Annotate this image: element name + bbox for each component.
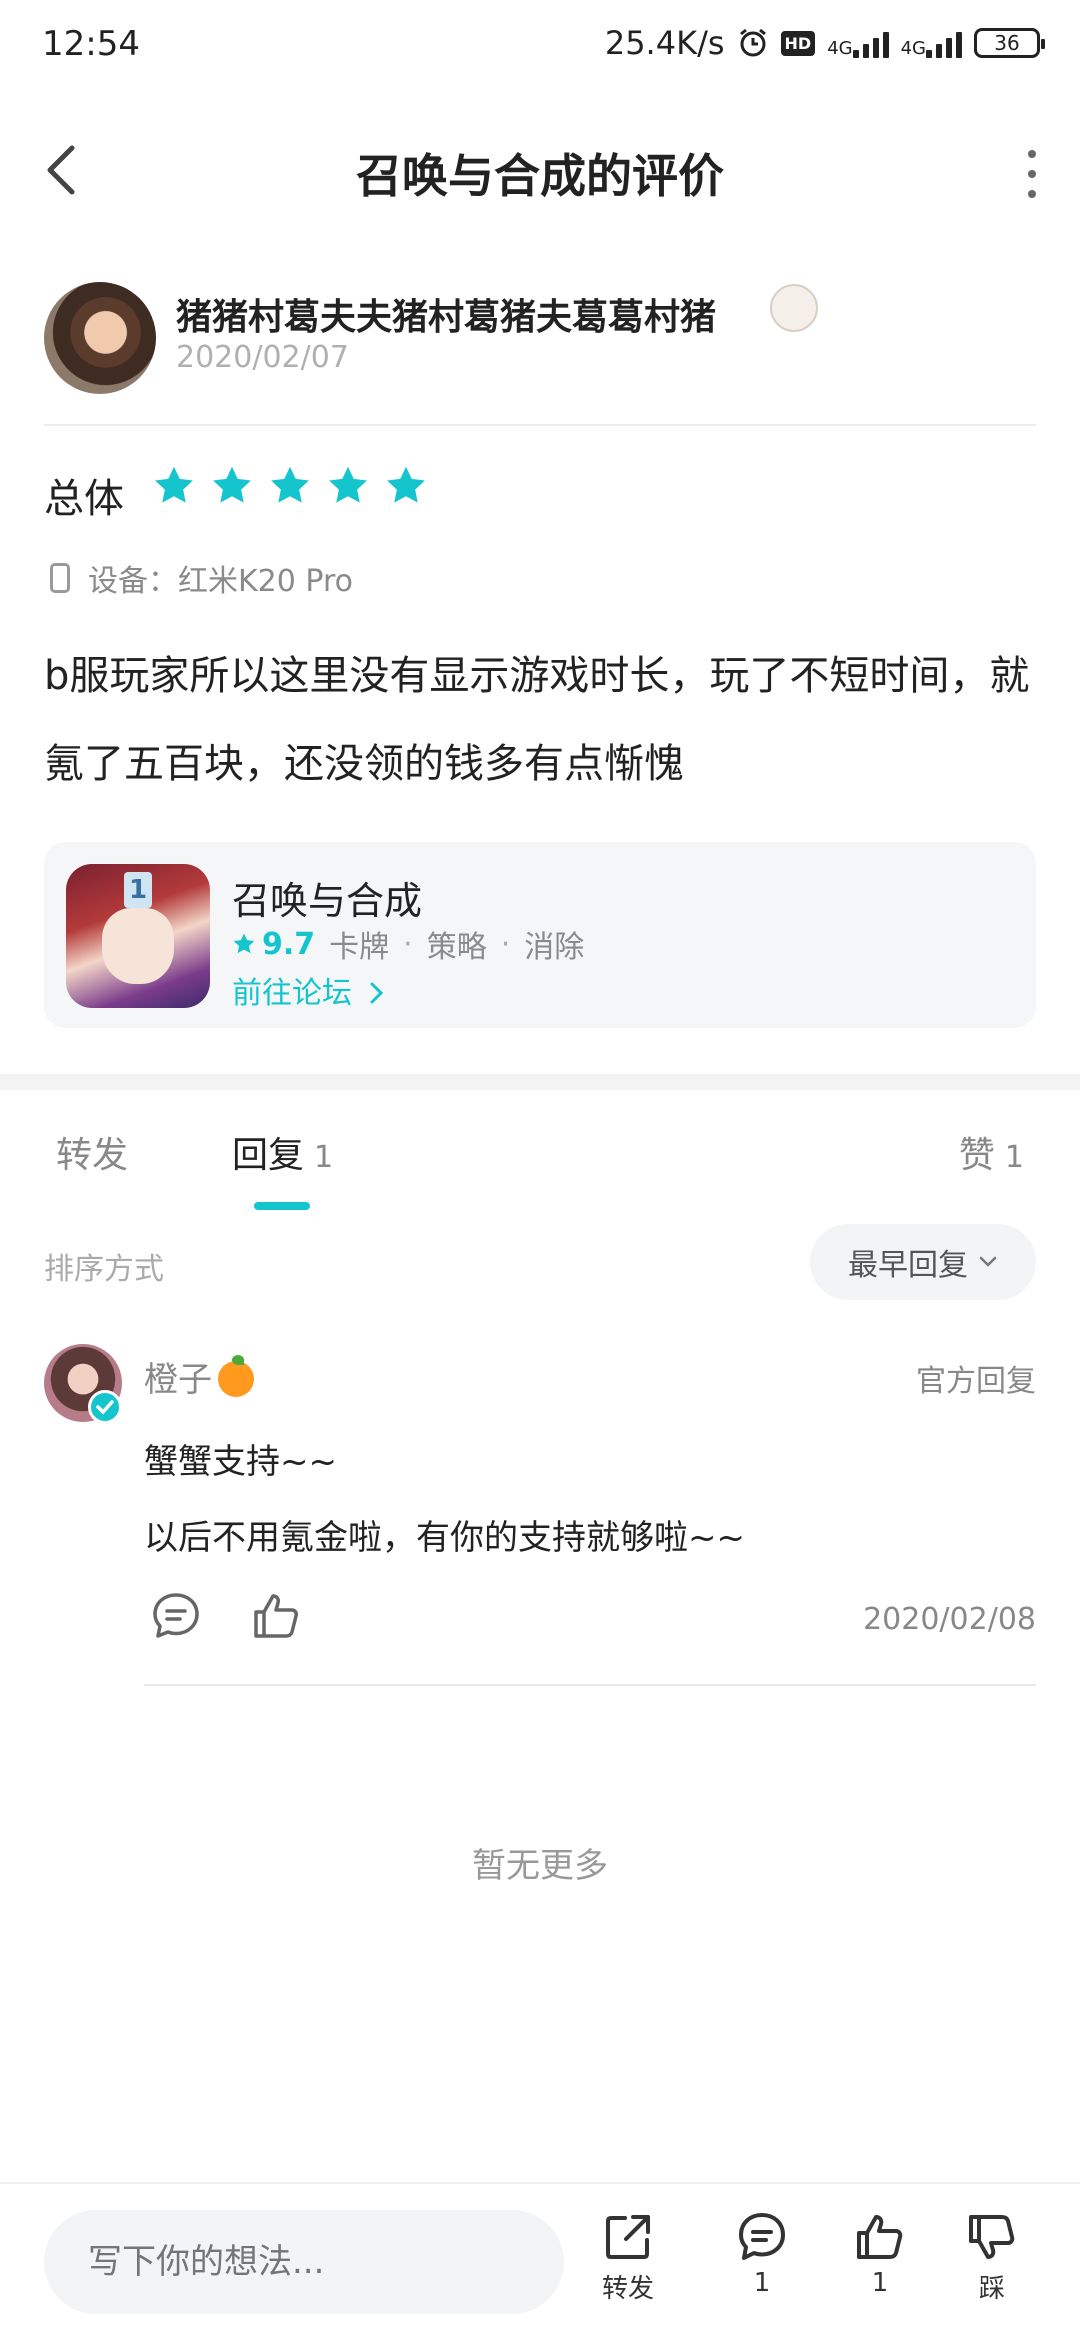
alarm-icon: [739, 28, 766, 57]
star-icon: [387, 466, 425, 503]
net-speed: 25.4K/s: [604, 24, 725, 62]
star-icon: [329, 466, 367, 503]
app-name[interactable]: 召唤与合成: [232, 870, 422, 925]
divider: [144, 1684, 1036, 1686]
tab-like[interactable]: 赞1: [959, 1126, 1024, 1178]
star-rating: [152, 464, 428, 508]
thumbs-down-icon: [969, 2215, 1015, 2259]
comment-input[interactable]: [44, 2210, 564, 2314]
app-icon-number: 1: [124, 872, 152, 908]
app-icon-face: [102, 908, 174, 984]
tab-reply-count: 1: [314, 1140, 334, 1175]
status-time: 12:54: [42, 24, 140, 64]
forum-link-label: 前往论坛: [232, 976, 352, 1011]
like-button[interactable]: 1: [840, 2210, 920, 2298]
reply-actions: [150, 1590, 302, 1642]
reply-date: 2020/02/08: [863, 1602, 1036, 1637]
separator-dot: ·: [403, 926, 413, 962]
reviewer-badge-icon: [770, 284, 818, 332]
page-title: 召唤与合成的评价: [356, 149, 724, 203]
network-type-1: 4G: [827, 38, 853, 59]
star-icon: [271, 466, 309, 503]
tab-like-label: 赞: [958, 1135, 995, 1176]
reply-author[interactable]: 橙子: [144, 1352, 254, 1401]
share-icon: [606, 2215, 650, 2259]
app-score: 9.7: [232, 927, 315, 962]
app-tag: 卡牌: [329, 930, 390, 965]
signal-bars-2-icon: [926, 28, 962, 58]
chevron-down-icon: [979, 1256, 997, 1267]
orange-emoji-icon: [218, 1355, 254, 1397]
forward-button[interactable]: 转发: [588, 2210, 668, 2305]
separator-dot: ·: [500, 926, 511, 962]
review-date: 2020/02/07: [176, 340, 349, 375]
device-text: 设备：红米K20 Pro: [88, 564, 353, 599]
device-info: 设备：红米K20 Pro: [50, 556, 353, 600]
reply-text-line: 以后不用氪金啦，有你的支持就够啦~~: [144, 1518, 745, 1558]
star-icon: [213, 466, 251, 503]
overall-rating-label: 总体: [44, 476, 124, 522]
tab-forward[interactable]: 转发: [56, 1126, 128, 1178]
reply-count: 1: [753, 2268, 771, 2298]
app-tag: 策略: [426, 930, 487, 965]
thumbs-up-icon[interactable]: [250, 1590, 302, 1642]
tab-reply-label: 回复: [232, 1135, 305, 1176]
official-reply-tag: 官方回复: [916, 1364, 1036, 1399]
tab-indicator: [254, 1202, 310, 1210]
star-icon: [155, 466, 193, 503]
status-icons: 25.4K/s HD 4G 4G 36: [604, 24, 1045, 62]
battery-icon: 36: [974, 28, 1045, 58]
phone-icon: [50, 563, 70, 593]
more-options-icon[interactable]: [1020, 150, 1044, 198]
bottom-divider: [0, 2182, 1080, 2184]
like-count: 1: [871, 2268, 889, 2298]
reply-text-line: 蟹蟹支持~~: [144, 1442, 337, 1482]
comment-icon: [739, 2213, 785, 2260]
score-star-icon: [233, 933, 255, 954]
signal-2: 4G: [901, 28, 962, 58]
divider: [44, 424, 1036, 426]
chevron-right-icon: [370, 982, 383, 1004]
reviewer-avatar[interactable]: [44, 282, 156, 394]
forward-label: 转发: [601, 2274, 654, 2304]
reviewer-name[interactable]: 猪猪村葛夫夫猪村葛猪夫葛葛村猪: [176, 288, 716, 340]
network-type-2: 4G: [900, 38, 926, 59]
signal-bars-1-icon: [852, 28, 889, 58]
hd-badge: HD: [780, 30, 816, 56]
review-text: b服玩家所以这里没有显示游戏时长，玩了不短时间，就氪了五百块，还没领的钱多有点惭…: [44, 653, 1030, 787]
sort-selected: 最早回复: [848, 1248, 968, 1283]
app-score-value: 9.7: [262, 926, 316, 962]
dislike-button[interactable]: 踩: [952, 2210, 1032, 2305]
section-divider: [0, 1074, 1080, 1090]
forum-link[interactable]: 前往论坛: [232, 968, 386, 1012]
app-tag: 消除: [524, 930, 585, 965]
app-meta: 9.7 卡牌 · 策略 · 消除: [232, 922, 584, 966]
tab-reply[interactable]: 回复 1: [232, 1126, 333, 1178]
no-more-text: 暂无更多: [472, 1846, 608, 1886]
verified-icon: [88, 1390, 122, 1424]
reply-author-name: 橙子: [144, 1360, 212, 1400]
comment-icon[interactable]: [150, 1590, 202, 1642]
tab-like-count: 1: [1004, 1140, 1024, 1175]
sort-dropdown[interactable]: 最早回复: [810, 1224, 1036, 1300]
reply-button[interactable]: 1: [722, 2210, 802, 2298]
signal-1: 4G: [827, 28, 889, 59]
sort-label: 排序方式: [44, 1252, 164, 1287]
dislike-label: 踩: [978, 2274, 1005, 2304]
thumbs-up-icon: [857, 2215, 903, 2259]
app-icon[interactable]: 1: [66, 864, 210, 1008]
